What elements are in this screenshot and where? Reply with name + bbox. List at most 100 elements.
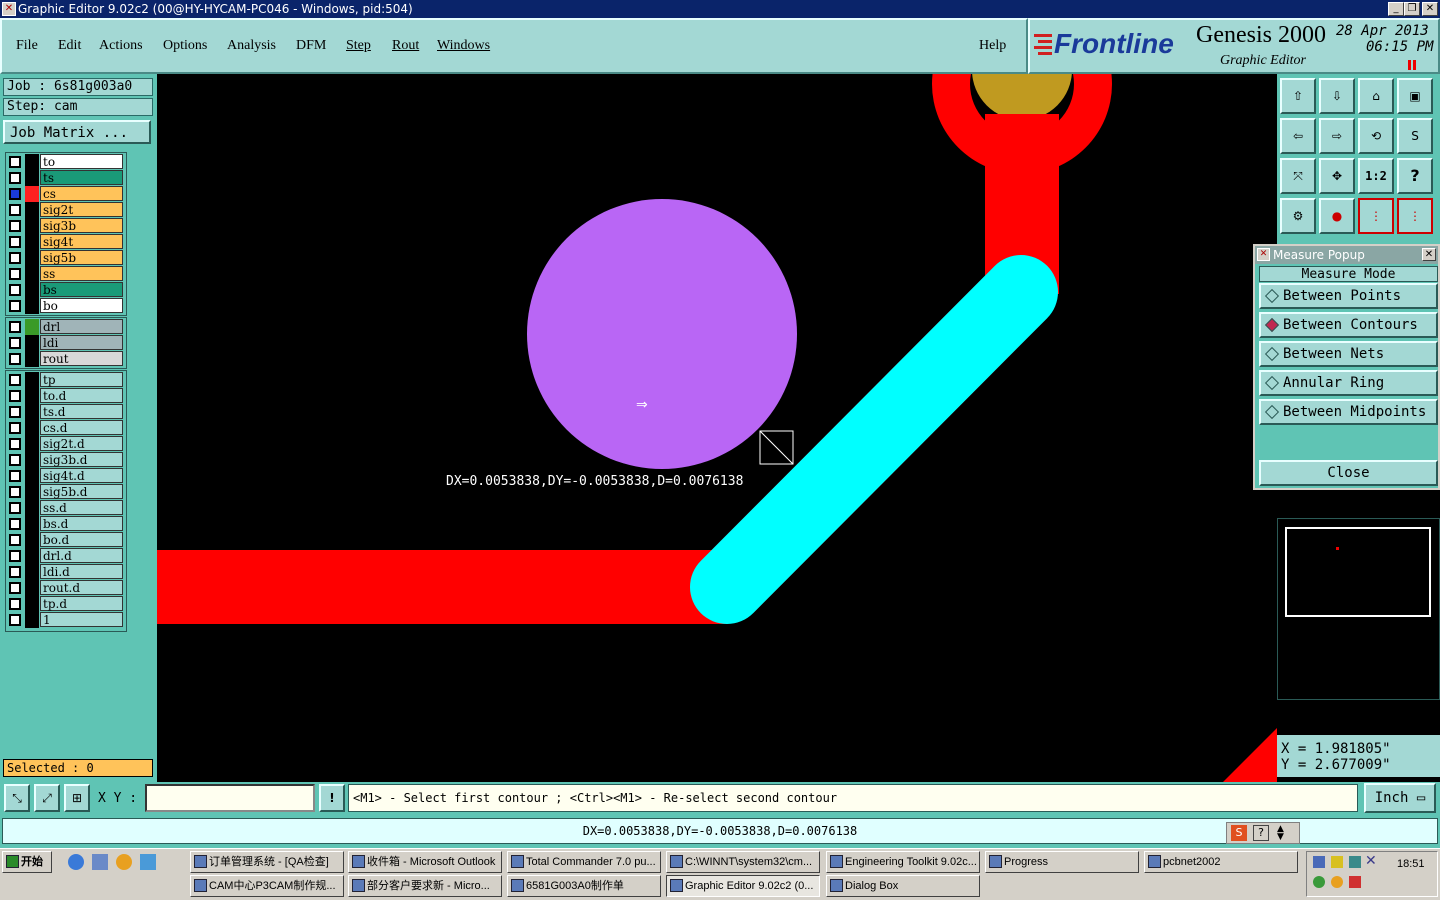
layer-row-rout-d[interactable]: rout.d xyxy=(7,580,124,596)
menu-dfm[interactable]: DFM xyxy=(296,38,326,54)
option-between-contours[interactable]: Between Contours xyxy=(1259,312,1438,338)
layer-row-1[interactable]: 1 xyxy=(7,612,124,628)
layer-checkbox[interactable] xyxy=(9,534,21,546)
layer-checkbox[interactable] xyxy=(9,406,21,418)
taskbar-button[interactable]: Total Commander 7.0 pu... xyxy=(507,851,661,873)
probe-icon[interactable]: ● xyxy=(1319,198,1355,234)
xy-input[interactable] xyxy=(145,784,315,812)
layer-checkbox[interactable] xyxy=(9,220,21,232)
pan-left-icon[interactable]: ⇦ xyxy=(1280,118,1316,154)
layer-row-bo-d[interactable]: bo.d xyxy=(7,532,124,548)
taskbar-button[interactable]: Progress xyxy=(985,851,1139,873)
taskbar-button[interactable]: Engineering Toolkit 9.02c... xyxy=(826,851,980,873)
ime-help-icon[interactable]: ? xyxy=(1253,825,1269,841)
layer-checkbox[interactable] xyxy=(9,390,21,402)
layer-row-sig4t-d[interactable]: sig4t.d xyxy=(7,468,124,484)
layer-checkbox[interactable] xyxy=(9,614,21,626)
layer-row-bs-d[interactable]: bs.d xyxy=(7,516,124,532)
layer-checkbox[interactable] xyxy=(9,582,21,594)
layer-checkbox[interactable] xyxy=(9,236,21,248)
taskbar-button[interactable]: Dialog Box xyxy=(826,875,980,897)
layer-checkbox[interactable] xyxy=(9,598,21,610)
layer-checkbox[interactable] xyxy=(9,188,21,200)
layer-checkbox[interactable] xyxy=(9,353,21,365)
ratio-button[interactable]: 1:2 xyxy=(1358,158,1394,194)
close-window-button[interactable]: ✕ xyxy=(1422,2,1438,16)
layer-row-rout[interactable]: rout xyxy=(7,351,124,367)
ime-scroll-icon[interactable]: ▲ ▼ xyxy=(1277,825,1284,842)
select-tool-icon[interactable]: ⤡ xyxy=(4,784,30,812)
layer-row-ts-d[interactable]: ts.d xyxy=(7,404,124,420)
close-button[interactable]: Close xyxy=(1259,460,1438,486)
layer-checkbox[interactable] xyxy=(9,486,21,498)
layer-checkbox[interactable] xyxy=(9,438,21,450)
layer-checkbox[interactable] xyxy=(9,374,21,386)
layer-row-drl-d[interactable]: drl.d xyxy=(7,548,124,564)
graphic-canvas[interactable]: ⇒ DX=0.0053838,DY=-0.0053838,D=0.0076138 xyxy=(157,74,1277,782)
layer-row-to-d[interactable]: to.d xyxy=(7,388,124,404)
pan-right-icon[interactable]: ⇨ xyxy=(1319,118,1355,154)
netlist-icon[interactable]: ⋮ xyxy=(1358,198,1394,234)
tray-x-icon[interactable]: ✕ xyxy=(1365,853,1377,869)
layer-row-ss[interactable]: ss xyxy=(7,266,124,282)
menu-windows[interactable]: Windows xyxy=(437,38,490,54)
zoom-up-icon[interactable]: ⇧ xyxy=(1280,78,1316,114)
layer-checkbox[interactable] xyxy=(9,204,21,216)
quicklaunch-desktop-icon[interactable] xyxy=(92,854,108,870)
layer-row-ldi-d[interactable]: ldi.d xyxy=(7,564,124,580)
start-button[interactable]: 开始 xyxy=(2,851,52,873)
layer-row-bo[interactable]: bo xyxy=(7,298,124,314)
layer-checkbox[interactable] xyxy=(9,518,21,530)
option-annular-ring[interactable]: Annular Ring xyxy=(1259,370,1438,396)
ime-s-icon[interactable]: S xyxy=(1231,825,1247,841)
menu-analysis[interactable]: Analysis xyxy=(227,38,276,54)
layer-row-sig2t[interactable]: sig2t xyxy=(7,202,124,218)
layer-row-drl[interactable]: drl xyxy=(7,319,124,335)
home-icon[interactable]: ⌂ xyxy=(1358,78,1394,114)
pause-icon[interactable] xyxy=(1408,60,1418,70)
close-popup-icon[interactable]: ✕ xyxy=(1422,248,1436,261)
layer-row-sig5b-d[interactable]: sig5b.d xyxy=(7,484,124,500)
layer-row-tp[interactable]: tp xyxy=(7,372,124,388)
job-matrix-button[interactable]: Job Matrix ... xyxy=(3,120,151,144)
layer-checkbox[interactable] xyxy=(9,470,21,482)
layer-row-bs[interactable]: bs xyxy=(7,282,124,298)
layer-checkbox[interactable] xyxy=(9,300,21,312)
layer-checkbox[interactable] xyxy=(9,566,21,578)
tray-network-icon[interactable] xyxy=(1313,856,1325,868)
center-icon[interactable]: ✥ xyxy=(1319,158,1355,194)
layer-checkbox[interactable] xyxy=(9,284,21,296)
snap-icon[interactable]: S xyxy=(1397,118,1433,154)
menu-help[interactable]: Help xyxy=(979,38,1006,54)
layer-checkbox[interactable] xyxy=(9,550,21,562)
layer-row-sig4t[interactable]: sig4t xyxy=(7,234,124,250)
layer-row-ts[interactable]: ts xyxy=(7,170,124,186)
tray-pencil-icon[interactable] xyxy=(1331,856,1343,868)
menu-options[interactable]: Options xyxy=(163,38,207,54)
taskbar-button[interactable]: 订单管理系统 - [QA检查] xyxy=(190,851,344,873)
taskbar-button[interactable]: pcbnet2002 xyxy=(1144,851,1298,873)
layer-row-tp-d[interactable]: tp.d xyxy=(7,596,124,612)
layer-row-ss-d[interactable]: ss.d xyxy=(7,500,124,516)
option-between-points[interactable]: Between Points xyxy=(1259,283,1438,309)
zoom-down-icon[interactable]: ⇩ xyxy=(1319,78,1355,114)
tools-icon[interactable]: ⚙ xyxy=(1280,198,1316,234)
measure-tool-icon[interactable]: ⤢ xyxy=(34,784,60,812)
tray-monitor-icon[interactable] xyxy=(1349,856,1361,868)
option-between-midpoints[interactable]: Between Midpoints xyxy=(1259,399,1438,425)
layer-checkbox[interactable] xyxy=(9,156,21,168)
layer-row-sig2t-d[interactable]: sig2t.d xyxy=(7,436,124,452)
window-icon[interactable]: ▣ xyxy=(1397,78,1433,114)
netlist2-icon[interactable]: ⋮ xyxy=(1397,198,1433,234)
layer-checkbox[interactable] xyxy=(9,268,21,280)
exclamation-button[interactable]: ! xyxy=(319,784,345,812)
layer-checkbox[interactable] xyxy=(9,321,21,333)
taskbar-button[interactable]: 收件箱 - Microsoft Outlook xyxy=(348,851,502,873)
layer-checkbox[interactable] xyxy=(9,252,21,264)
layer-checkbox[interactable] xyxy=(9,422,21,434)
menu-step[interactable]: Step xyxy=(346,38,371,54)
tray-volume-icon[interactable] xyxy=(1331,876,1343,888)
menu-rout[interactable]: Rout xyxy=(392,38,419,54)
layer-checkbox[interactable] xyxy=(9,337,21,349)
tray-clock-icon[interactable] xyxy=(1313,876,1325,888)
